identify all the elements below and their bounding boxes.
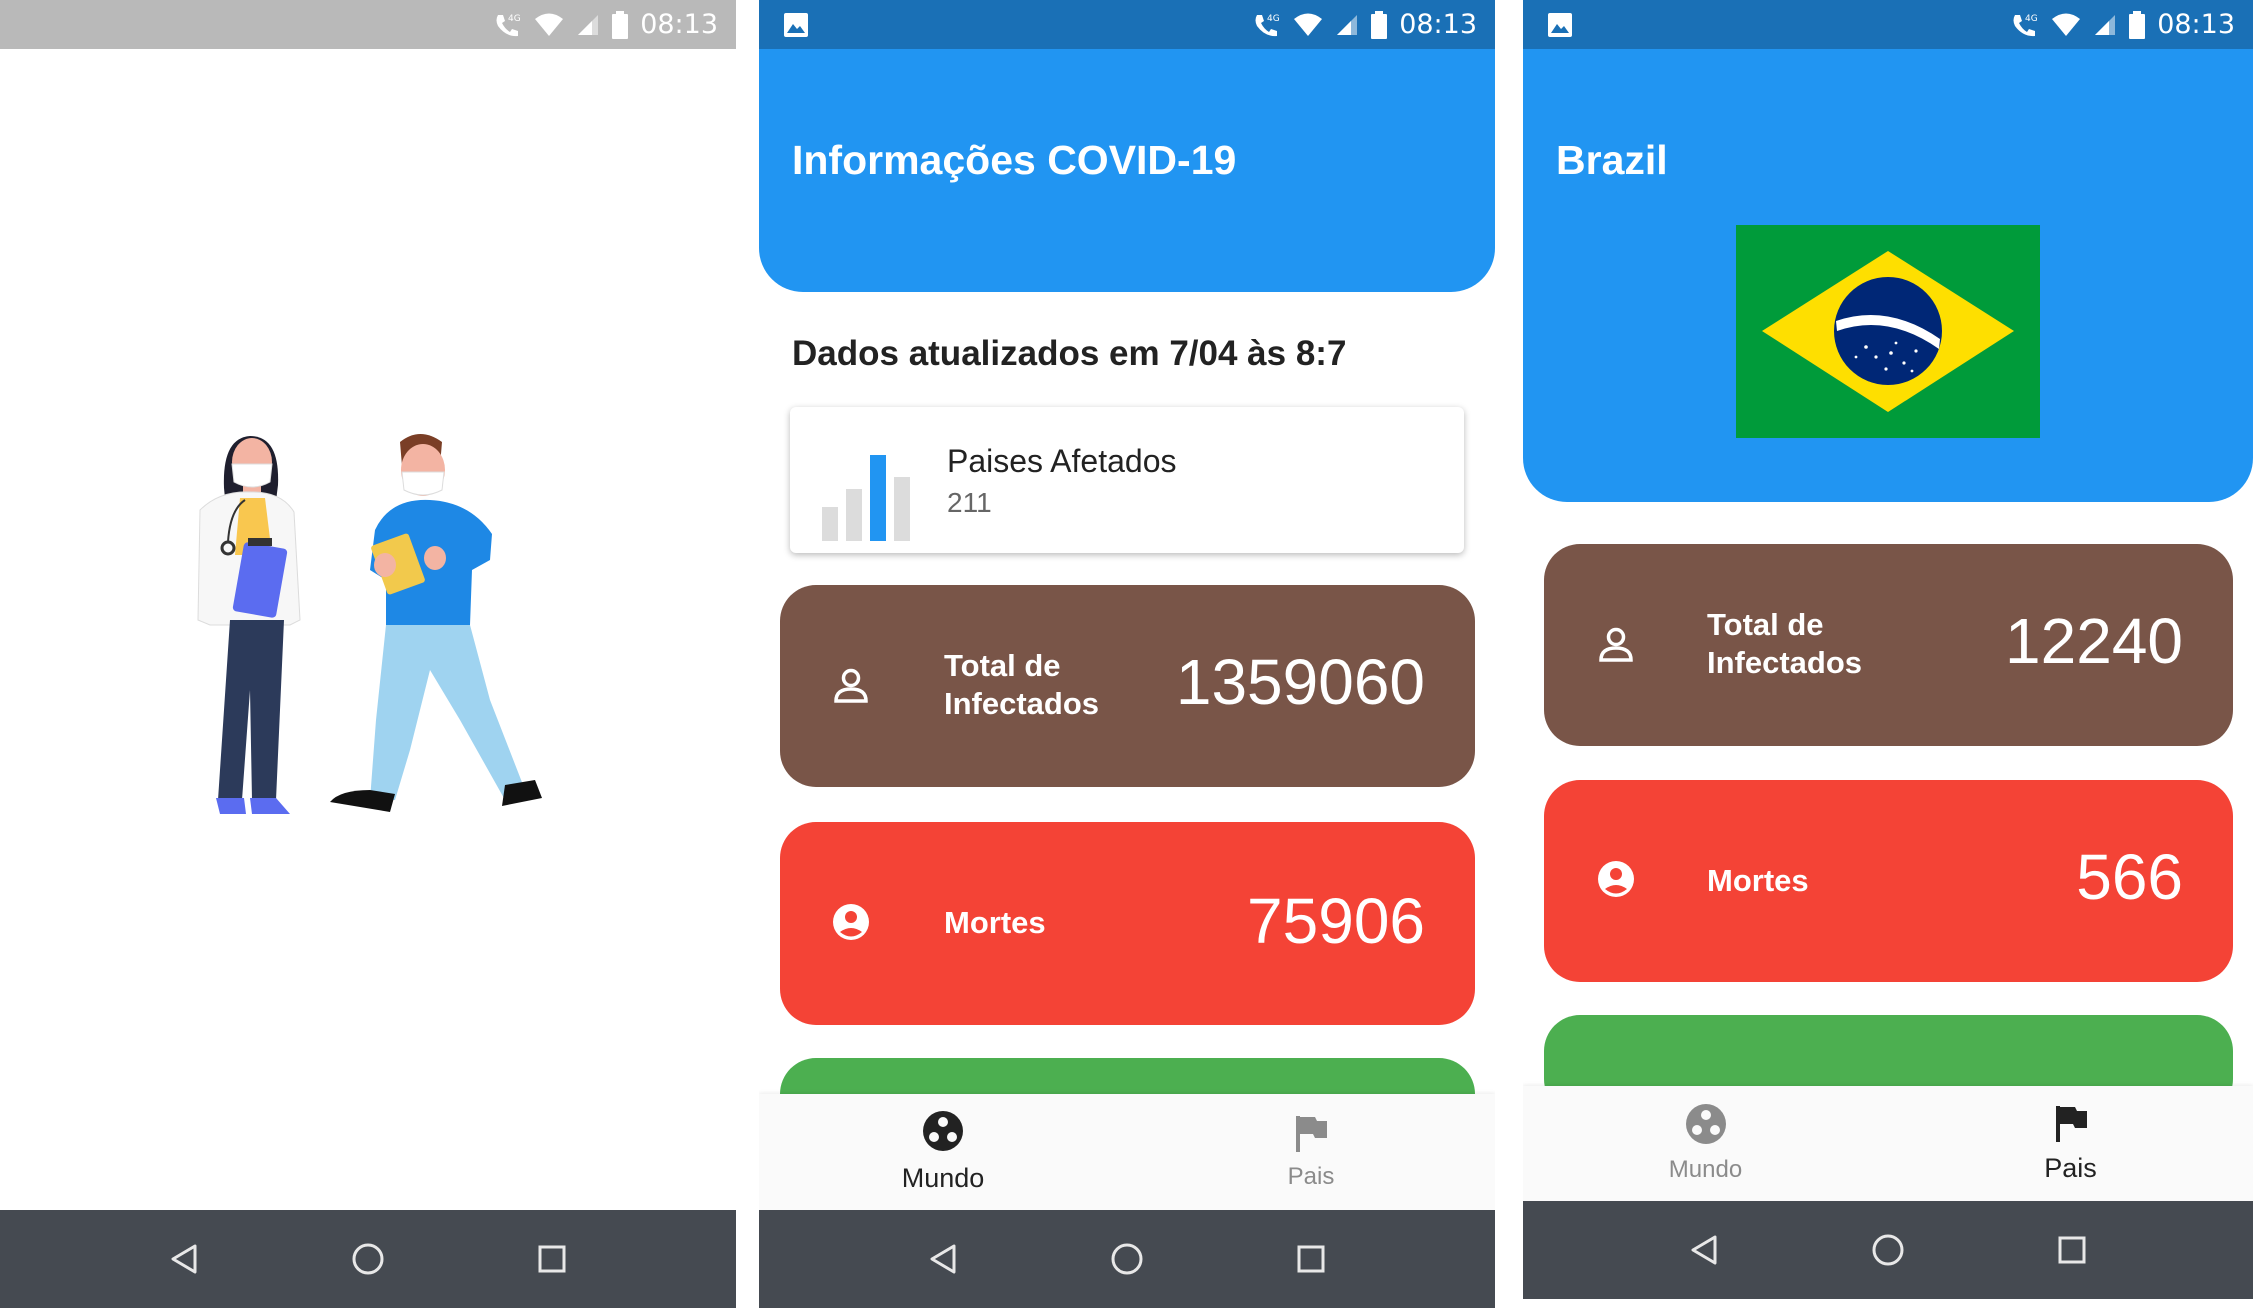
page-title: Informações COVID-19 xyxy=(792,137,1237,183)
wifi-icon xyxy=(534,12,564,38)
android-back-icon[interactable] xyxy=(153,1228,215,1290)
call-4g-icon: 4G xyxy=(1251,11,1281,39)
person-outline-icon xyxy=(832,667,870,710)
person-outline-icon xyxy=(1597,626,1635,669)
tab-pais[interactable]: Pais xyxy=(1888,1086,2253,1201)
tab-mundo-label: Mundo xyxy=(901,1163,985,1193)
splash-screen: 4G 08:13 xyxy=(0,0,736,1308)
affected-countries-value: 211 xyxy=(947,487,992,518)
country-deaths-label: Mortes xyxy=(1707,863,1809,898)
flag-icon xyxy=(1293,1114,1329,1157)
android-recents-icon[interactable] xyxy=(2041,1219,2103,1281)
account-circle-icon xyxy=(1597,860,1635,905)
deaths-label: Mortes xyxy=(944,905,1046,940)
account-circle-icon xyxy=(832,903,870,948)
call-4g-icon: 4G xyxy=(2009,11,2039,39)
bar-chart-icon xyxy=(820,455,912,546)
android-back-icon[interactable] xyxy=(912,1228,974,1290)
world-screen: 4G 08:13 Informações COVID-19 Dados atua… xyxy=(759,0,1495,1308)
affected-countries-card: Paises Afetados 211 xyxy=(790,407,1464,553)
globe-icon xyxy=(922,1110,964,1157)
affected-countries-label: Paises Afetados xyxy=(947,443,1177,479)
country-deaths-card: Mortes 566 xyxy=(1544,780,2233,982)
tab-pais[interactable]: Pais xyxy=(1127,1094,1495,1210)
status-bar: 4G 08:13 xyxy=(759,0,1495,49)
battery-icon xyxy=(2129,10,2146,39)
tab-mundo[interactable]: Mundo xyxy=(759,1094,1127,1210)
wifi-icon xyxy=(2051,12,2081,38)
total-infected-label: Total de Infectados xyxy=(944,648,1100,721)
android-back-icon[interactable] xyxy=(1673,1219,1735,1281)
country-title: Brazil xyxy=(1556,137,1668,183)
battery-icon xyxy=(612,10,629,39)
android-recents-icon[interactable] xyxy=(1280,1228,1342,1290)
brazil-flag-image xyxy=(1736,225,2040,438)
country-total-infected-label: Total de Infectados xyxy=(1707,607,1863,680)
svg-text:4G: 4G xyxy=(508,14,521,24)
flag-icon xyxy=(2053,1104,2089,1147)
signal-icon xyxy=(1335,13,1359,37)
country-total-infected-value: 12240 xyxy=(2005,605,2183,677)
svg-text:4G: 4G xyxy=(1267,14,1280,24)
world-header: Informações COVID-19 xyxy=(759,49,1495,292)
android-navigation-bar xyxy=(1523,1201,2253,1299)
total-infected-card: Total de Infectados 1359060 xyxy=(780,585,1475,787)
tab-mundo-label: Mundo xyxy=(1668,1156,1743,1183)
bottom-navigation: Mundo Pais xyxy=(1523,1086,2253,1201)
android-recents-icon[interactable] xyxy=(521,1228,583,1290)
battery-icon xyxy=(1371,10,1388,39)
signal-icon xyxy=(2093,13,2117,37)
status-time: 08:13 xyxy=(2157,9,2235,40)
gallery-notification-icon xyxy=(783,12,809,43)
wifi-icon xyxy=(1293,12,1323,38)
country-screen: 4G 08:13 Brazil Total de Infectados 1224… xyxy=(1523,0,2253,1308)
android-home-icon[interactable] xyxy=(1857,1219,1919,1281)
status-time: 08:13 xyxy=(640,9,718,40)
signal-icon xyxy=(576,13,600,37)
country-total-infected-card: Total de Infectados 12240 xyxy=(1544,544,2233,746)
android-home-icon[interactable] xyxy=(1096,1228,1158,1290)
deaths-card: Mortes 75906 xyxy=(780,822,1475,1025)
deaths-value: 75906 xyxy=(1247,885,1425,957)
tab-pais-label: Pais xyxy=(1287,1162,1335,1190)
gallery-notification-icon xyxy=(1547,12,1573,43)
tab-mundo[interactable]: Mundo xyxy=(1523,1086,1888,1201)
doctors-illustration xyxy=(197,434,542,814)
updated-text: Dados atualizados em 7/04 às 8:7 xyxy=(792,334,1347,373)
svg-text:4G: 4G xyxy=(2025,14,2038,24)
globe-icon xyxy=(1685,1103,1727,1150)
status-bar: 4G 08:13 xyxy=(1523,0,2253,49)
country-deaths-value: 566 xyxy=(2076,841,2183,913)
android-navigation-bar xyxy=(759,1210,1495,1308)
tab-pais-label: Pais xyxy=(2044,1152,2097,1183)
status-time: 08:13 xyxy=(1399,9,1477,40)
call-4g-icon: 4G xyxy=(492,11,522,39)
country-header: Brazil xyxy=(1523,49,2253,502)
android-navigation-bar xyxy=(0,1210,736,1308)
bottom-navigation: Mundo Pais xyxy=(759,1094,1495,1210)
android-home-icon[interactable] xyxy=(337,1228,399,1290)
total-infected-value: 1359060 xyxy=(1175,646,1425,718)
status-bar: 4G 08:13 xyxy=(0,0,736,49)
